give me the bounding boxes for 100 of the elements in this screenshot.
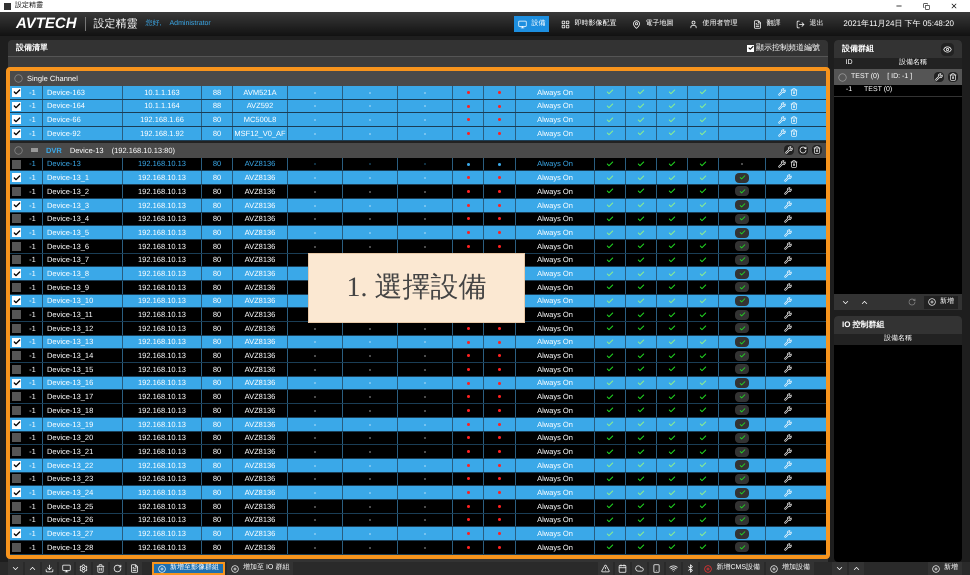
row-checkbox[interactable] (12, 128, 21, 138)
wrench-icon[interactable] (784, 392, 792, 401)
talk-toggle[interactable] (735, 474, 749, 484)
up-button[interactable] (849, 562, 864, 575)
trash-icon[interactable] (790, 160, 798, 168)
row-checkbox[interactable] (12, 115, 21, 124)
close-icon[interactable] (950, 2, 958, 10)
row-checkbox[interactable] (12, 269, 21, 278)
edit-button[interactable] (784, 145, 794, 156)
wrench-icon[interactable] (784, 543, 792, 552)
row-checkbox[interactable] (12, 502, 21, 511)
talk-toggle[interactable] (735, 172, 749, 183)
delete-button[interactable] (948, 72, 958, 82)
talk-toggle[interactable] (735, 310, 749, 320)
wrench-icon[interactable] (784, 502, 792, 510)
talk-toggle[interactable] (735, 392, 749, 402)
cloud-button[interactable] (632, 562, 648, 575)
down-button[interactable] (8, 562, 23, 575)
talk-toggle[interactable] (735, 542, 749, 552)
calendar-button[interactable] (615, 562, 630, 575)
download-button[interactable] (42, 562, 57, 575)
talk-toggle[interactable] (735, 364, 749, 374)
talk-toggle[interactable] (735, 446, 749, 457)
row-checkbox[interactable] (12, 296, 21, 306)
wrench-icon[interactable] (784, 434, 792, 442)
wrench-icon[interactable] (784, 283, 792, 292)
refresh-button[interactable] (110, 562, 125, 575)
collapse-icon[interactable] (14, 146, 23, 155)
row-checkbox[interactable] (12, 392, 21, 402)
collapse-icon[interactable] (14, 74, 23, 83)
monitor-button[interactable] (59, 562, 74, 575)
delete-button[interactable] (812, 145, 822, 156)
bluetooth-button[interactable] (683, 562, 698, 575)
talk-toggle[interactable] (735, 337, 749, 348)
talk-toggle[interactable] (735, 186, 749, 196)
talk-toggle[interactable] (735, 228, 749, 238)
show-channel-checkbox[interactable] (747, 44, 754, 52)
edit-button[interactable] (934, 72, 944, 82)
row-checkbox[interactable] (12, 214, 21, 224)
row-checkbox[interactable] (12, 242, 21, 251)
row-checkbox[interactable] (12, 447, 21, 456)
wrench-icon[interactable] (784, 474, 792, 483)
wifi-button[interactable] (666, 562, 682, 575)
wrench-icon[interactable] (784, 406, 792, 414)
talk-toggle[interactable] (735, 378, 749, 388)
talk-toggle[interactable] (735, 419, 749, 430)
talk-toggle[interactable] (735, 460, 749, 470)
row-checkbox[interactable] (12, 173, 21, 182)
row-checkbox[interactable] (12, 228, 21, 238)
row-checkbox[interactable] (12, 378, 21, 388)
talk-toggle[interactable] (735, 323, 749, 334)
row-checkbox[interactable] (12, 364, 21, 374)
restore-icon[interactable] (923, 2, 930, 10)
trash-button[interactable] (93, 562, 108, 575)
document-button[interactable] (127, 562, 142, 575)
talk-toggle[interactable] (735, 254, 749, 265)
row-checkbox[interactable] (12, 282, 21, 292)
row-checkbox[interactable] (12, 88, 21, 97)
talk-toggle[interactable] (735, 350, 749, 361)
talk-toggle[interactable] (735, 241, 749, 252)
talk-toggle[interactable] (735, 488, 749, 498)
row-checkbox[interactable] (12, 310, 21, 320)
row-checkbox[interactable] (12, 351, 21, 360)
wrench-icon[interactable] (784, 516, 792, 524)
collapse-icon[interactable] (838, 72, 847, 82)
row-checkbox[interactable] (12, 406, 21, 415)
phone-button[interactable] (649, 562, 664, 575)
row-checkbox[interactable] (12, 529, 21, 538)
wrench-icon[interactable] (784, 324, 792, 332)
talk-toggle[interactable] (735, 432, 749, 443)
talk-toggle[interactable] (735, 268, 749, 279)
row-checkbox[interactable] (12, 433, 21, 442)
talk-toggle[interactable] (735, 514, 749, 525)
row-checkbox[interactable] (12, 160, 21, 169)
wrench-icon[interactable] (784, 187, 792, 196)
wrench-icon[interactable] (784, 448, 792, 456)
wrench-icon[interactable] (784, 242, 792, 250)
view-button[interactable] (941, 42, 954, 56)
row-checkbox[interactable] (12, 200, 21, 210)
wrench-icon[interactable] (784, 352, 792, 360)
warning-button[interactable] (598, 562, 614, 575)
down-button[interactable] (832, 562, 847, 575)
talk-toggle[interactable] (735, 200, 749, 210)
talk-toggle[interactable] (735, 528, 749, 539)
talk-toggle[interactable] (735, 282, 749, 292)
row-checkbox[interactable] (12, 324, 21, 333)
row-checkbox[interactable] (12, 474, 21, 484)
row-checkbox[interactable] (12, 420, 21, 429)
talk-toggle[interactable] (735, 405, 749, 416)
row-checkbox[interactable] (12, 338, 21, 347)
wrench-icon[interactable] (778, 160, 786, 168)
row-checkbox[interactable] (12, 186, 21, 196)
talk-toggle[interactable] (735, 501, 749, 512)
row-checkbox[interactable] (12, 460, 21, 470)
row-checkbox[interactable] (12, 488, 21, 498)
wrench-icon[interactable] (784, 310, 792, 319)
row-checkbox[interactable] (12, 102, 21, 111)
wrench-icon[interactable] (784, 214, 792, 223)
row-checkbox[interactable] (12, 542, 21, 552)
refresh-icon[interactable] (908, 298, 916, 306)
